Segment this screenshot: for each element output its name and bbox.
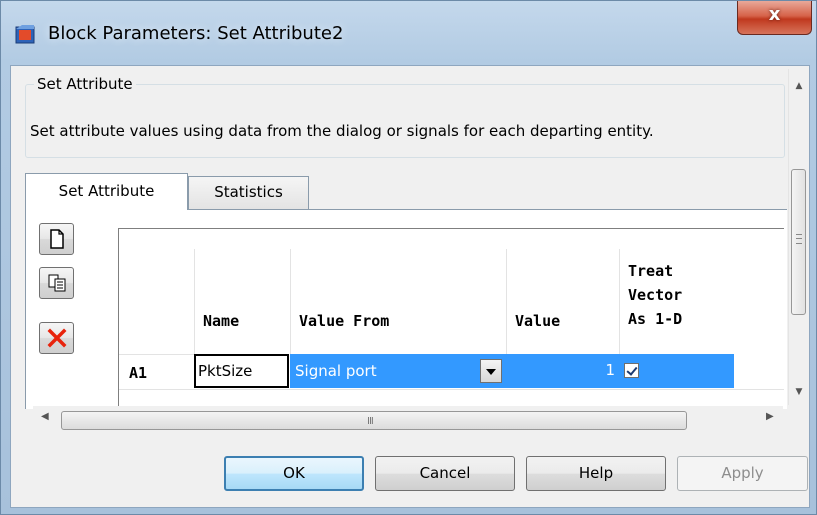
- close-icon: x: [768, 4, 781, 25]
- simulink-block-icon: [14, 23, 38, 47]
- name-cell[interactable]: PktSize: [194, 354, 289, 388]
- chevron-down-icon[interactable]: [480, 359, 502, 383]
- scroll-down-arrow-icon[interactable]: ▼: [789, 383, 809, 401]
- vertical-scrollbar[interactable]: ▲ ▼: [788, 69, 809, 405]
- help-button[interactable]: Help: [526, 456, 666, 491]
- scroll-up-arrow-icon[interactable]: ▲: [789, 77, 809, 95]
- row-header[interactable]: A1: [119, 354, 194, 388]
- vertical-scroll-thumb[interactable]: [791, 169, 806, 315]
- value-cell[interactable]: 1: [506, 354, 619, 388]
- horizontal-scroll-thumb[interactable]: III: [61, 411, 687, 430]
- treat-vector-cell: [619, 354, 734, 388]
- delete-icon: [47, 328, 67, 348]
- cancel-button[interactable]: Cancel: [375, 456, 515, 491]
- ok-button[interactable]: OK: [224, 456, 364, 491]
- add-row-button[interactable]: [39, 223, 74, 255]
- delete-row-button[interactable]: [39, 322, 74, 354]
- title-bar[interactable]: Block Parameters: Set Attribute2 x: [1, 1, 817, 65]
- scroll-left-arrow-icon[interactable]: ◀: [41, 411, 49, 422]
- scroll-grip: III: [367, 416, 374, 427]
- apply-button[interactable]: Apply: [677, 456, 808, 491]
- dialog-window: Block Parameters: Set Attribute2 x Set A…: [0, 0, 817, 515]
- new-icon: [50, 229, 64, 249]
- column-header-value-from: Value From: [290, 249, 506, 354]
- copy-icon: [48, 274, 66, 292]
- treat-vector-checkbox[interactable]: [624, 363, 639, 378]
- tab-statistics[interactable]: Statistics: [188, 176, 309, 210]
- column-header-name: Name: [194, 249, 290, 354]
- close-button[interactable]: x: [737, 1, 812, 35]
- value-from-dropdown[interactable]: Signal port: [290, 354, 506, 388]
- copy-row-button[interactable]: [39, 267, 74, 299]
- scroll-right-arrow-icon[interactable]: ▶: [766, 411, 774, 422]
- window-title: Block Parameters: Set Attribute2: [48, 23, 344, 44]
- tab-set-attribute[interactable]: Set Attribute: [25, 173, 188, 210]
- horizontal-scrollbar[interactable]: ◀ III ▶: [33, 406, 783, 436]
- column-header-treat-vector: Treat Vector As 1-D: [619, 249, 734, 354]
- attribute-table: Name Value From Value Treat Vector As 1-…: [118, 228, 784, 409]
- group-description: Set attribute values using data from the…: [30, 122, 654, 140]
- group-title: Set Attribute: [34, 75, 136, 93]
- table-corner: [119, 229, 194, 354]
- column-header-value: Value: [506, 249, 619, 354]
- description-group: [25, 84, 785, 158]
